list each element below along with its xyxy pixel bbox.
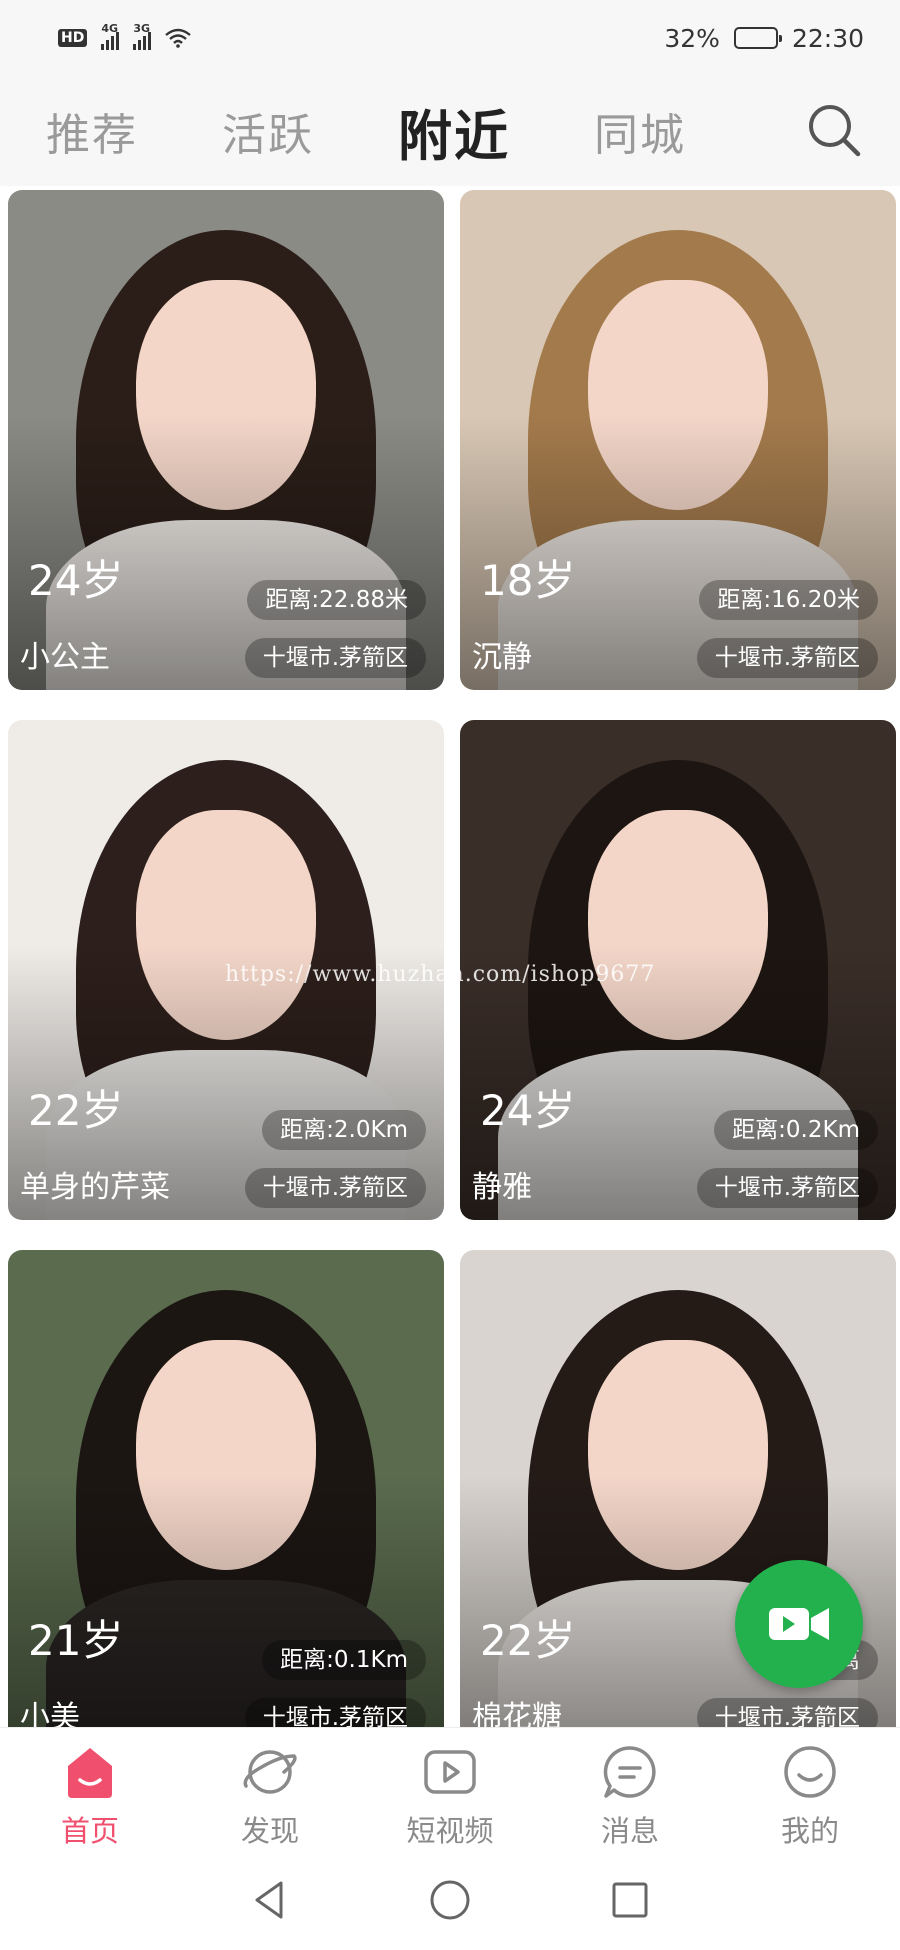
nav-home[interactable]: 首页 [0, 1728, 180, 1850]
smile-icon [784, 1746, 836, 1798]
tab-nearby[interactable]: 附近 [398, 92, 510, 171]
clock: 22:30 [791, 23, 864, 53]
tab-recommend[interactable]: 推荐 [46, 99, 138, 163]
back-icon[interactable] [247, 1877, 293, 1923]
city-badge: 十堰市.茅箭区 [696, 1698, 878, 1727]
network-type-label: 3G [133, 22, 151, 35]
message-icon [603, 1746, 656, 1798]
distance-badge: 距离:2.0Km [262, 1110, 426, 1150]
home-icon [68, 1748, 112, 1798]
battery-icon [733, 27, 782, 49]
city-badge: 十堰市.茅箭区 [696, 1168, 878, 1208]
status-left: HD 4G 3G [58, 22, 192, 50]
nav-mine[interactable]: 我的 [720, 1728, 900, 1850]
status-bar: HD 4G 3G 32% 22:30 [0, 0, 900, 76]
age-label: 18岁 [480, 556, 576, 605]
nav-label: 发现 [240, 1814, 299, 1848]
home-circle-icon[interactable] [427, 1877, 473, 1923]
age-label: 24岁 [28, 556, 124, 605]
nickname-label: 小公主 [20, 640, 110, 675]
system-nav-bar [0, 1850, 900, 1950]
network-type-label: 4G [101, 22, 119, 35]
nav-label: 首页 [60, 1814, 119, 1848]
distance-badge: 距离:22.88米 [247, 580, 426, 620]
watermark: https://www.huzhan.com/ishop9677 [225, 962, 656, 987]
city-badge: 十堰市.茅箭区 [244, 1698, 426, 1727]
planet-icon [243, 1750, 297, 1794]
tab-same-city[interactable]: 同城 [594, 99, 686, 163]
bottom-nav: 首页 发现 短视频 消息 我的 [0, 1727, 900, 1850]
profile-grid: 24岁 距离:22.88米 小公主 十堰市.茅箭区 18岁 距离:16.20米 … [0, 190, 900, 1727]
signal-3g-icon: 3G [133, 22, 152, 50]
profile-card[interactable]: 18岁 距离:16.20米 沉静 十堰市.茅箭区 [460, 190, 896, 690]
search-icon[interactable] [804, 100, 864, 160]
nickname-label: 单身的芹菜 [20, 1170, 170, 1205]
top-tab-bar: 推荐 活跃 附近 同城 [0, 76, 900, 186]
age-label: 21岁 [28, 1616, 124, 1665]
profile-card[interactable]: 21岁 距离:0.1Km 小美 十堰市.茅箭区 [8, 1250, 444, 1727]
status-right: 32% 22:30 [664, 24, 864, 53]
nav-label: 短视频 [406, 1814, 494, 1848]
age-label: 24岁 [480, 1086, 576, 1135]
nickname-label: 小美 [20, 1700, 80, 1727]
tab-active[interactable]: 活跃 [222, 99, 314, 163]
nickname-label: 棉花糖 [472, 1700, 562, 1727]
city-badge: 十堰市.茅箭区 [244, 638, 426, 678]
nav-label: 消息 [600, 1814, 659, 1848]
recents-icon[interactable] [607, 1877, 653, 1923]
video-camera-icon [769, 1608, 829, 1640]
distance-badge: 距离:16.20米 [699, 580, 878, 620]
distance-badge: 距离:0.1Km [262, 1640, 426, 1680]
city-badge: 十堰市.茅箭区 [244, 1168, 426, 1208]
nav-label: 我的 [780, 1814, 839, 1848]
battery-percent: 32% [664, 23, 720, 53]
video-call-button[interactable] [735, 1560, 863, 1688]
nav-discover[interactable]: 发现 [180, 1728, 360, 1850]
signal-4g-icon: 4G [101, 22, 120, 50]
age-label: 22岁 [480, 1616, 576, 1665]
wifi-icon [165, 28, 192, 48]
city-badge: 十堰市.茅箭区 [696, 638, 878, 678]
nav-short-video[interactable]: 短视频 [360, 1728, 540, 1850]
play-icon [424, 1750, 476, 1794]
nickname-label: 沉静 [472, 640, 532, 675]
nickname-label: 静雅 [472, 1170, 532, 1205]
age-label: 22岁 [28, 1086, 124, 1135]
distance-badge: 距离:0.2Km [714, 1110, 878, 1150]
nav-messages[interactable]: 消息 [540, 1728, 720, 1850]
hd-badge: HD [58, 29, 88, 47]
profile-card[interactable]: 24岁 距离:22.88米 小公主 十堰市.茅箭区 [8, 190, 444, 690]
